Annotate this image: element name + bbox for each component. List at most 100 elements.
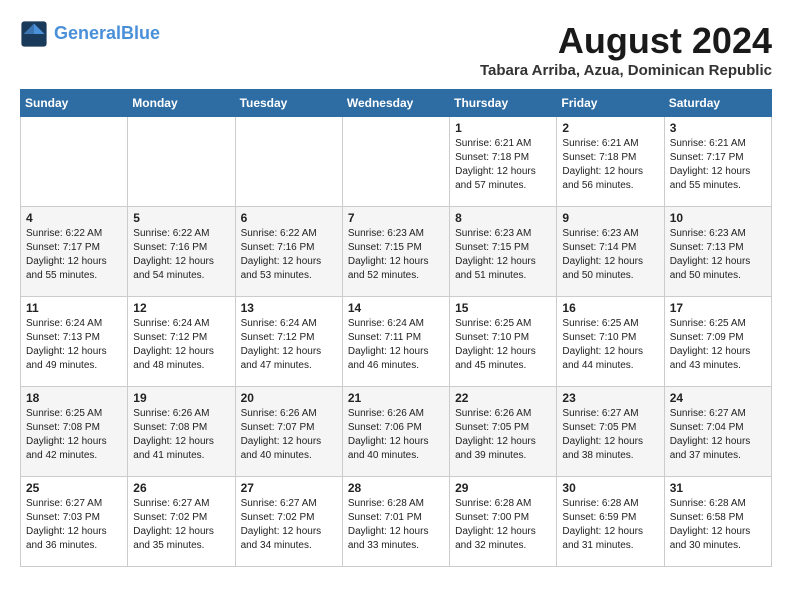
day-number: 2 xyxy=(562,121,658,135)
day-number: 31 xyxy=(670,481,766,495)
cell-line: and 50 minutes. xyxy=(670,269,766,283)
cell-line: Sunset: 7:01 PM xyxy=(348,511,444,525)
cell-line: Sunrise: 6:22 AM xyxy=(26,227,122,241)
cell-line: and 42 minutes. xyxy=(26,449,122,463)
cell-content: Sunrise: 6:26 AMSunset: 7:07 PMDaylight:… xyxy=(241,407,337,463)
cell-line: Sunrise: 6:25 AM xyxy=(455,317,551,331)
day-number: 12 xyxy=(133,301,229,315)
cell-line: and 44 minutes. xyxy=(562,359,658,373)
header-cell-monday: Monday xyxy=(128,90,235,117)
cell-line: Sunrise: 6:22 AM xyxy=(241,227,337,241)
day-number: 28 xyxy=(348,481,444,495)
cell-line: Daylight: 12 hours xyxy=(348,255,444,269)
calendar-cell: 18Sunrise: 6:25 AMSunset: 7:08 PMDayligh… xyxy=(21,387,128,477)
cell-line: Daylight: 12 hours xyxy=(455,435,551,449)
cell-line: and 45 minutes. xyxy=(455,359,551,373)
cell-line: Daylight: 12 hours xyxy=(241,525,337,539)
cell-line: Daylight: 12 hours xyxy=(26,345,122,359)
cell-content: Sunrise: 6:27 AMSunset: 7:03 PMDaylight:… xyxy=(26,497,122,553)
cell-line: Sunrise: 6:21 AM xyxy=(562,137,658,151)
cell-line: Sunrise: 6:26 AM xyxy=(348,407,444,421)
cell-line: and 31 minutes. xyxy=(562,539,658,553)
cell-line: and 49 minutes. xyxy=(26,359,122,373)
day-number: 24 xyxy=(670,391,766,405)
calendar-cell: 14 Sunrise: 6:24 AMSunset: 7:11 PMDayligh… xyxy=(342,297,449,387)
month-year-title: August 2024 xyxy=(480,20,772,62)
calendar-cell: 5Sunrise: 6:22 AMSunset: 7:16 PMDaylight… xyxy=(128,207,235,297)
cell-content: Sunrise: 6:21 AMSunset: 7:18 PMDaylight:… xyxy=(562,137,658,193)
cell-line: and 55 minutes. xyxy=(670,179,766,193)
cell-line: Sunset: 7:07 PM xyxy=(241,421,337,435)
cell-content: Sunrise: 6:27 AMSunset: 7:05 PMDaylight:… xyxy=(562,407,658,463)
cell-content: Sunrise: 6:23 AMSunset: 7:15 PMDaylight:… xyxy=(348,227,444,283)
cell-line: Sunset: 7:05 PM xyxy=(455,421,551,435)
calendar-week-2: 4Sunrise: 6:22 AMSunset: 7:17 PMDaylight… xyxy=(21,207,772,297)
calendar-cell: 3 Sunrise: 6:21 AMSunset: 7:17 PMDaylight… xyxy=(664,117,771,207)
day-number: 29 xyxy=(455,481,551,495)
cell-line: Sunrise: 6:28 AM xyxy=(348,497,444,511)
cell-line: Sunset: 7:02 PM xyxy=(241,511,337,525)
day-number: 13 xyxy=(241,301,337,315)
calendar-cell: 8Sunrise: 6:23 AMSunset: 7:15 PMDaylight… xyxy=(450,207,557,297)
day-number: 26 xyxy=(133,481,229,495)
cell-line: and 37 minutes. xyxy=(670,449,766,463)
calendar-cell: 17Sunrise: 6:25 AMSunset: 7:09 PMDayligh… xyxy=(664,297,771,387)
cell-line: Sunrise: 6:26 AM xyxy=(133,407,229,421)
cell-line: Sunset: 7:15 PM xyxy=(455,241,551,255)
calendar-cell: 30Sunrise: 6:28 AMSunset: 6:59 PMDayligh… xyxy=(557,477,664,567)
day-number: 11 xyxy=(26,301,122,315)
day-number: 3 xyxy=(670,121,766,135)
header-cell-saturday: Saturday xyxy=(664,90,771,117)
cell-content: Sunrise: 6:28 AMSunset: 7:01 PMDaylight:… xyxy=(348,497,444,553)
calendar-cell: 11Sunrise: 6:24 AMSunset: 7:13 PMDayligh… xyxy=(21,297,128,387)
calendar-cell: 12 Sunrise: 6:24 AMSunset: 7:12 PMDayligh… xyxy=(128,297,235,387)
cell-content: Sunrise: 6:23 AMSunset: 7:13 PMDaylight:… xyxy=(670,227,766,283)
day-number: 6 xyxy=(241,211,337,225)
cell-content: Sunrise: 6:28 AMSunset: 7:00 PMDaylight:… xyxy=(455,497,551,553)
cell-line: Sunrise: 6:27 AM xyxy=(133,497,229,511)
cell-line: Sunset: 7:11 PM xyxy=(348,331,444,345)
cell-content: Sunrise: 6:24 AMSunset: 7:12 PMDaylight:… xyxy=(133,317,229,373)
cell-line: Sunset: 6:58 PM xyxy=(670,511,766,525)
cell-line: Sunrise: 6:23 AM xyxy=(562,227,658,241)
calendar-cell: 31Sunrise: 6:28 AMSunset: 6:58 PMDayligh… xyxy=(664,477,771,567)
cell-line: and 36 minutes. xyxy=(26,539,122,553)
cell-content: Sunrise: 6:23 AMSunset: 7:14 PMDaylight:… xyxy=(562,227,658,283)
location-subtitle: Tabara Arriba, Azua, Dominican Republic xyxy=(480,62,772,79)
cell-line: Sunrise: 6:26 AM xyxy=(455,407,551,421)
cell-line: and 40 minutes. xyxy=(241,449,337,463)
cell-line: Sunrise: 6:21 AM xyxy=(455,137,551,151)
cell-line: and 46 minutes. xyxy=(348,359,444,373)
day-number: 14 xyxy=(348,301,444,315)
day-number: 9 xyxy=(562,211,658,225)
cell-line: Sunset: 7:10 PM xyxy=(562,331,658,345)
header-cell-tuesday: Tuesday xyxy=(235,90,342,117)
calendar-cell: 25Sunrise: 6:27 AMSunset: 7:03 PMDayligh… xyxy=(21,477,128,567)
calendar-header: SundayMondayTuesdayWednesdayThursdayFrid… xyxy=(21,90,772,117)
cell-line: Daylight: 12 hours xyxy=(241,255,337,269)
calendar-cell: 6Sunrise: 6:22 AMSunset: 7:16 PMDaylight… xyxy=(235,207,342,297)
header-cell-wednesday: Wednesday xyxy=(342,90,449,117)
day-number: 1 xyxy=(455,121,551,135)
cell-line: and 32 minutes. xyxy=(455,539,551,553)
cell-line: and 30 minutes. xyxy=(670,539,766,553)
cell-line: Sunset: 7:17 PM xyxy=(670,151,766,165)
cell-content: Sunrise: 6:26 AMSunset: 7:08 PMDaylight:… xyxy=(133,407,229,463)
cell-line: Sunrise: 6:27 AM xyxy=(670,407,766,421)
cell-line: and 51 minutes. xyxy=(455,269,551,283)
logo-text: GeneralBlue xyxy=(54,23,160,45)
cell-content: Sunrise: 6:27 AMSunset: 7:02 PMDaylight:… xyxy=(241,497,337,553)
cell-content: Sunrise: 6:25 AMSunset: 7:08 PMDaylight:… xyxy=(26,407,122,463)
calendar-cell: 20Sunrise: 6:26 AMSunset: 7:07 PMDayligh… xyxy=(235,387,342,477)
calendar-body: 1 Sunrise: 6:21 AMSunset: 7:18 PMDaylight… xyxy=(21,117,772,567)
cell-line: and 38 minutes. xyxy=(562,449,658,463)
day-number: 7 xyxy=(348,211,444,225)
cell-content: Sunrise: 6:21 AMSunset: 7:17 PMDaylight:… xyxy=(670,137,766,193)
cell-line: and 41 minutes. xyxy=(133,449,229,463)
cell-content: Sunrise: 6:24 AMSunset: 7:11 PMDaylight:… xyxy=(348,317,444,373)
cell-line: and 43 minutes. xyxy=(670,359,766,373)
cell-line: Daylight: 12 hours xyxy=(562,525,658,539)
cell-content: Sunrise: 6:22 AMSunset: 7:17 PMDaylight:… xyxy=(26,227,122,283)
cell-line: and 34 minutes. xyxy=(241,539,337,553)
day-number: 21 xyxy=(348,391,444,405)
